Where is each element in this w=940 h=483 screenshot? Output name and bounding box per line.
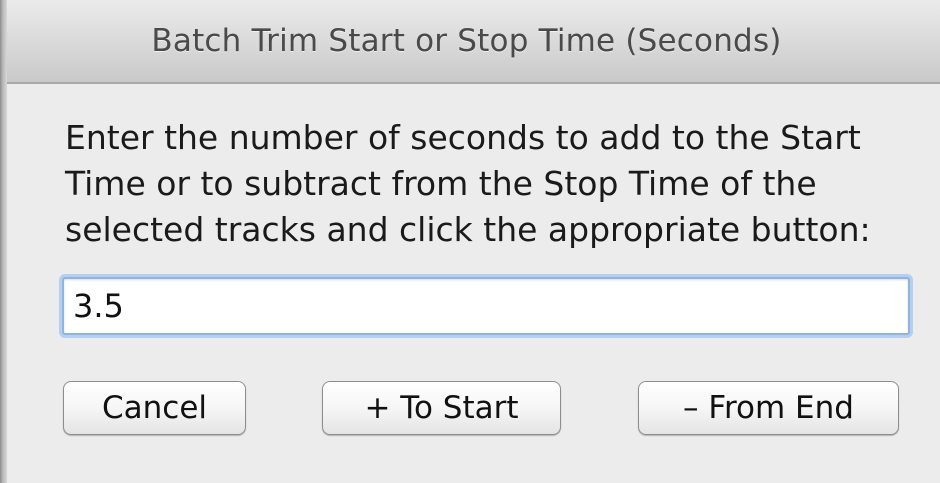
- message-line-3: selected tracks and click the appropriat…: [65, 210, 871, 249]
- dialog-message: Enter the number of seconds to add to th…: [65, 115, 925, 253]
- window-left-edge: [0, 0, 7, 483]
- subtract-from-end-button[interactable]: – From End: [638, 381, 899, 435]
- message-line-1: Enter the number of seconds to add to th…: [65, 118, 861, 157]
- dialog-titlebar[interactable]: Batch Trim Start or Stop Time (Seconds): [7, 0, 940, 84]
- seconds-input[interactable]: [62, 277, 910, 335]
- add-to-start-button[interactable]: + To Start: [322, 381, 561, 435]
- message-line-2: Time or to subtract from the Stop Time o…: [65, 164, 817, 203]
- dialog-content: Enter the number of seconds to add to th…: [7, 84, 940, 483]
- cancel-button[interactable]: Cancel: [63, 381, 246, 435]
- dialog-title: Batch Trim Start or Stop Time (Seconds): [151, 23, 782, 59]
- dialog-window: Batch Trim Start or Stop Time (Seconds) …: [0, 0, 940, 483]
